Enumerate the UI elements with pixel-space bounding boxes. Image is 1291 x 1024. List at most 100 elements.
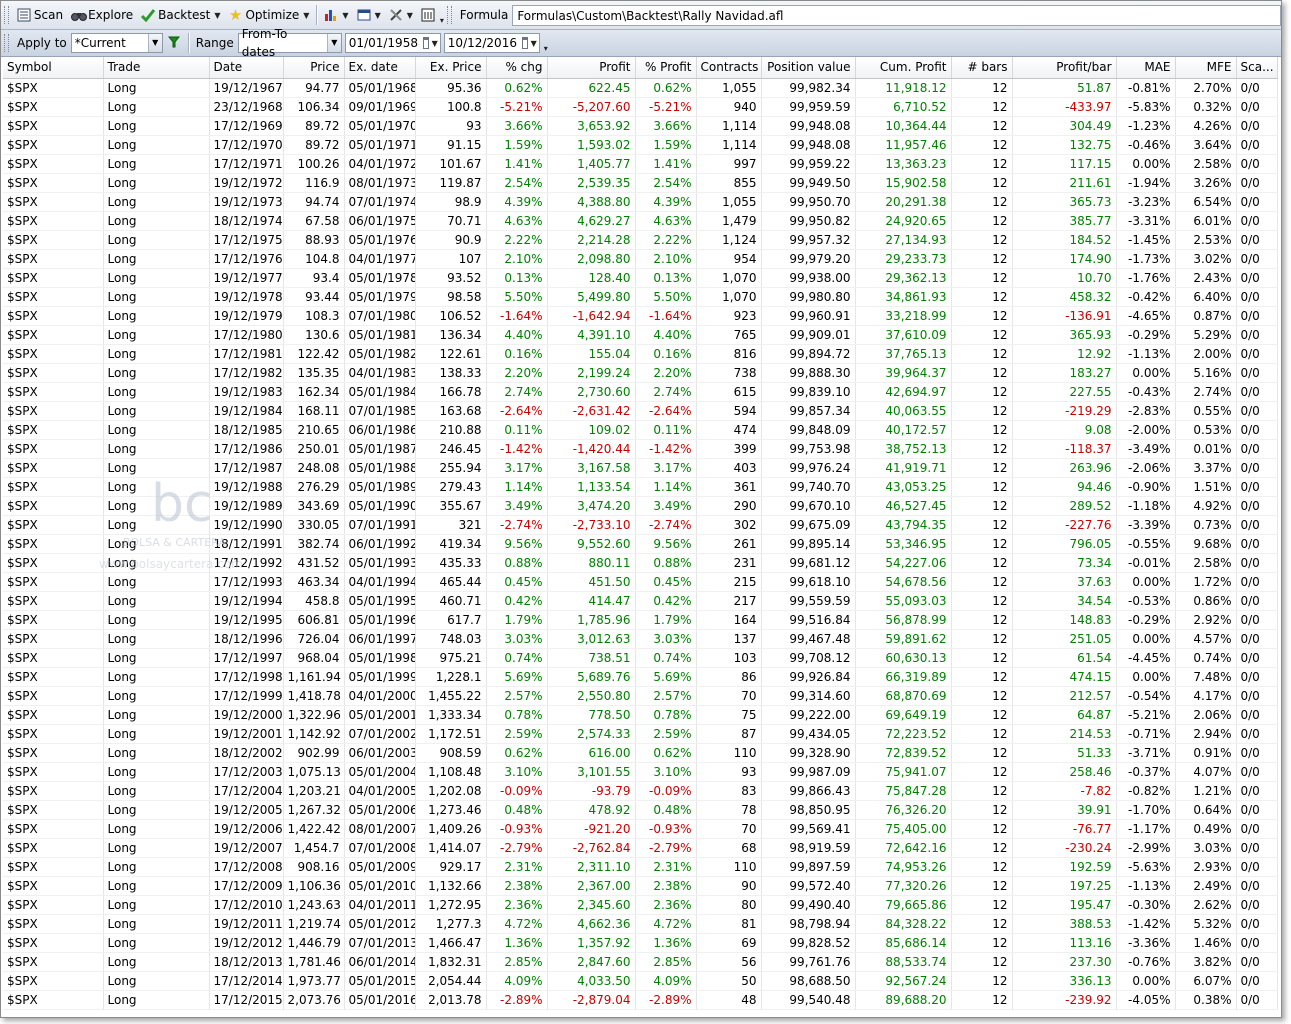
table-row[interactable]: $SPX Long 19/12/1967 94.77 05/01/1968 95.36 0.… xyxy=(3,78,1278,98)
table-row[interactable]: $SPX Long 17/12/2015 2,073.76 05/01/2016 2,01… xyxy=(3,990,1278,1010)
column-header-contracts[interactable]: Contracts xyxy=(696,57,762,79)
table-row[interactable]: $SPX Long 17/12/1997 968.04 05/01/1998 975.21… xyxy=(3,648,1278,668)
toolbar-overflow-icon[interactable]: ▾ xyxy=(440,16,444,25)
to-date-picker[interactable]: 10/12/2016 ▼ xyxy=(443,33,540,53)
table-row[interactable]: $SPX Long 19/12/2006 1,422.42 08/01/2007 1,40… xyxy=(3,819,1278,839)
table-row[interactable]: $SPX Long 17/12/1993 463.34 04/01/1994 465.44… xyxy=(3,572,1278,592)
apply-to-select[interactable]: *Current ▼ xyxy=(70,33,163,53)
table-row[interactable]: $SPX Long 17/12/1999 1,418.78 04/01/2000 1,45… xyxy=(3,686,1278,706)
column-header-profit[interactable]: Profit xyxy=(547,57,636,79)
table-row[interactable]: $SPX Long 19/12/1994 458.8 05/01/1995 460.71 0… xyxy=(3,591,1278,611)
column-header-profit-per-bar[interactable]: Profit/bar xyxy=(1012,57,1117,79)
column-header-mae[interactable]: MAE xyxy=(1116,57,1176,79)
table-row[interactable]: $SPX Long 19/12/1990 330.05 07/01/1991 321 -2.… xyxy=(3,515,1278,535)
scan-button[interactable]: Scan xyxy=(13,4,67,26)
optimize-dropdown-icon[interactable]: ▼ xyxy=(303,11,309,20)
table-row[interactable]: $SPX Long 18/12/1991 382.74 06/01/1992 419.34… xyxy=(3,534,1278,554)
chevron-down-icon[interactable]: ▼ xyxy=(432,39,438,48)
column-header-ex-price[interactable]: Ex. Price xyxy=(415,57,487,79)
table-row[interactable]: $SPX Long 17/12/1998 1,161.94 05/01/1999 1,22… xyxy=(3,667,1278,687)
table-row[interactable]: $SPX Long 18/12/2013 1,781.46 06/01/2014 1,83… xyxy=(3,952,1278,972)
settings-button[interactable]: ▼ xyxy=(385,4,417,26)
view-dropdown-icon[interactable]: ▼ xyxy=(375,11,381,20)
toolbar-grip[interactable] xyxy=(4,6,9,24)
table-row[interactable]: $SPX Long 17/12/1969 89.72 05/01/1970 93 3.66%… xyxy=(3,116,1278,136)
column-header-bars[interactable]: # bars xyxy=(951,57,1013,79)
table-row[interactable]: $SPX Long 17/12/1986 250.01 05/01/1987 246.45… xyxy=(3,439,1278,459)
table-row[interactable]: $SPX Long 17/12/1970 89.72 05/01/1971 91.15 1.… xyxy=(3,135,1278,155)
table-row[interactable]: $SPX Long 18/12/1985 210.65 06/01/1986 210.88… xyxy=(3,420,1278,440)
table-row[interactable]: $SPX Long 18/12/2002 902.99 06/01/2003 908.59… xyxy=(3,743,1278,763)
table-row[interactable]: $SPX Long 19/12/2007 1,454.7 07/01/2008 1,414… xyxy=(3,838,1278,858)
table-row[interactable]: $SPX Long 19/12/2005 1,267.32 05/01/2006 1,27… xyxy=(3,800,1278,820)
column-header-symbol[interactable]: Symbol xyxy=(3,57,104,79)
range-select[interactable]: From-To dates ▼ xyxy=(237,27,342,59)
table-row[interactable]: $SPX Long 17/12/1981 122.42 05/01/1982 122.61… xyxy=(3,344,1278,364)
optimize-button[interactable]: ★ Optimize ▼ xyxy=(224,4,313,26)
table-row[interactable]: $SPX Long 17/12/1982 135.35 04/01/1983 138.33… xyxy=(3,363,1278,383)
table-row[interactable]: $SPX Long 23/12/1968 106.34 09/01/1969 100.8-… xyxy=(3,97,1278,117)
table-row[interactable]: $SPX Long 17/12/1975 88.93 05/01/1976 90.9 2.2… xyxy=(3,230,1278,250)
filter-toolbar-overflow-icon[interactable]: ▾ xyxy=(544,44,548,53)
table-row[interactable]: $SPX Long 19/12/2001 1,142.92 07/01/2002 1,17… xyxy=(3,724,1278,744)
table-row[interactable]: $SPX Long 19/12/2000 1,322.96 05/01/2001 1,33… xyxy=(3,705,1278,725)
table-row[interactable]: $SPX Long 19/12/2011 1,219.74 05/01/2012 1,27… xyxy=(3,914,1278,934)
column-header-ex-date[interactable]: Ex. date xyxy=(344,57,416,79)
from-date-picker[interactable]: 01/01/1958 ▼ xyxy=(344,33,441,53)
chevron-down-icon[interactable]: ▼ xyxy=(147,34,162,52)
table-row[interactable]: $SPX Long 17/12/1976 104.8 04/01/1977 107 2.10… xyxy=(3,249,1278,269)
column-header-scale[interactable]: Sca... xyxy=(1236,57,1278,79)
column-header-price[interactable]: Price xyxy=(283,57,345,79)
cell-scale: 0/0 xyxy=(1236,553,1278,573)
table-row[interactable]: $SPX Long 17/12/2014 1,973.77 05/01/2015 2,05… xyxy=(3,971,1278,991)
table-row[interactable]: $SPX Long 18/12/1996 726.04 06/01/1997 748.03… xyxy=(3,629,1278,649)
view-button[interactable]: ▼ xyxy=(353,4,385,26)
column-header-mfe[interactable]: MFE xyxy=(1175,57,1237,79)
settings-dropdown-icon[interactable]: ▼ xyxy=(407,11,413,20)
table-row[interactable]: $SPX Long 17/12/1987 248.08 05/01/1988 255.94… xyxy=(3,458,1278,478)
table-row[interactable]: $SPX Long 17/12/2004 1,203.21 04/01/2005 1,20… xyxy=(3,781,1278,801)
table-row[interactable]: $SPX Long 19/12/2012 1,446.79 07/01/2013 1,46… xyxy=(3,933,1278,953)
cell-ex-price: 748.03 xyxy=(415,629,487,649)
table-row[interactable]: $SPX Long 17/12/1992 431.52 05/01/1993 435.33… xyxy=(3,553,1278,573)
table-row[interactable]: $SPX Long 19/12/1972 116.9 08/01/1973 119.87 2… xyxy=(3,173,1278,193)
table-row[interactable]: $SPX Long 18/12/1974 67.58 06/01/1975 70.71 4.… xyxy=(3,211,1278,231)
formula-path-field[interactable]: Formulas\Custom\Backtest\Rally Navidad.a… xyxy=(512,4,1281,26)
chevron-down-icon[interactable]: ▼ xyxy=(531,39,537,48)
report-charts-dropdown-icon[interactable]: ▼ xyxy=(342,11,348,20)
calendar-icon[interactable] xyxy=(521,37,528,49)
table-row[interactable]: $SPX Long 19/12/1977 93.4 05/01/1978 93.52 0.1… xyxy=(3,268,1278,288)
formula-toolbar-grip[interactable] xyxy=(446,6,452,24)
table-row[interactable]: $SPX Long 17/12/1980 130.6 05/01/1981 136.34 4… xyxy=(3,325,1278,345)
table-row[interactable]: $SPX Long 19/12/1989 343.69 05/01/1990 355.67… xyxy=(3,496,1278,516)
column-header-pct-profit[interactable]: % Profit xyxy=(635,57,697,79)
calculator-button[interactable] xyxy=(417,4,439,26)
table-row[interactable]: $SPX Long 17/12/2008 908.16 05/01/2009 929.17… xyxy=(3,857,1278,877)
column-header-date[interactable]: Date xyxy=(209,57,284,79)
explore-button[interactable]: Explore xyxy=(67,4,137,26)
table-row[interactable]: $SPX Long 19/12/1978 93.44 05/01/1979 98.58 5.… xyxy=(3,287,1278,307)
table-row[interactable]: $SPX Long 19/12/1995 606.81 05/01/1996 617.7 1… xyxy=(3,610,1278,630)
report-charts-button[interactable]: ▼ xyxy=(320,4,352,26)
cell-bars: 12 xyxy=(951,648,1013,668)
table-row[interactable]: $SPX Long 17/12/2010 1,243.63 04/01/2011 1,27… xyxy=(3,895,1278,915)
table-row[interactable]: $SPX Long 19/12/1988 276.29 05/01/1989 279.43… xyxy=(3,477,1278,497)
backtest-dropdown-icon[interactable]: ▼ xyxy=(214,11,220,20)
table-row[interactable]: $SPX Long 17/12/1971 100.26 04/01/1972 101.67… xyxy=(3,154,1278,174)
table-row[interactable]: $SPX Long 19/12/1979 108.3 07/01/1980 106.52-… xyxy=(3,306,1278,326)
column-header-pct-chg[interactable]: % chg xyxy=(486,57,548,79)
table-row[interactable]: $SPX Long 19/12/1973 94.74 07/01/1974 98.9 4.3… xyxy=(3,192,1278,212)
cell-mfe: 2.70% xyxy=(1175,78,1237,98)
table-row[interactable]: $SPX Long 19/12/1983 162.34 05/01/1984 166.78… xyxy=(3,382,1278,402)
filter-icon[interactable] xyxy=(167,36,181,50)
backtest-button[interactable]: Backtest ▼ xyxy=(137,4,224,26)
filter-toolbar-grip[interactable] xyxy=(4,34,9,52)
chevron-down-icon[interactable]: ▼ xyxy=(326,34,341,52)
table-row[interactable]: $SPX Long 17/12/2003 1,075.13 05/01/2004 1,10… xyxy=(3,762,1278,782)
calendar-icon[interactable] xyxy=(422,37,429,49)
column-header-position-value[interactable]: Position value xyxy=(761,57,856,79)
column-header-trade[interactable]: Trade xyxy=(103,57,210,79)
column-header-cum-profit[interactable]: Cum. Profit xyxy=(855,57,952,79)
table-row[interactable]: $SPX Long 19/12/1984 168.11 07/01/1985 163.68… xyxy=(3,401,1278,421)
table-row[interactable]: $SPX Long 17/12/2009 1,106.36 05/01/2010 1,13… xyxy=(3,876,1278,896)
